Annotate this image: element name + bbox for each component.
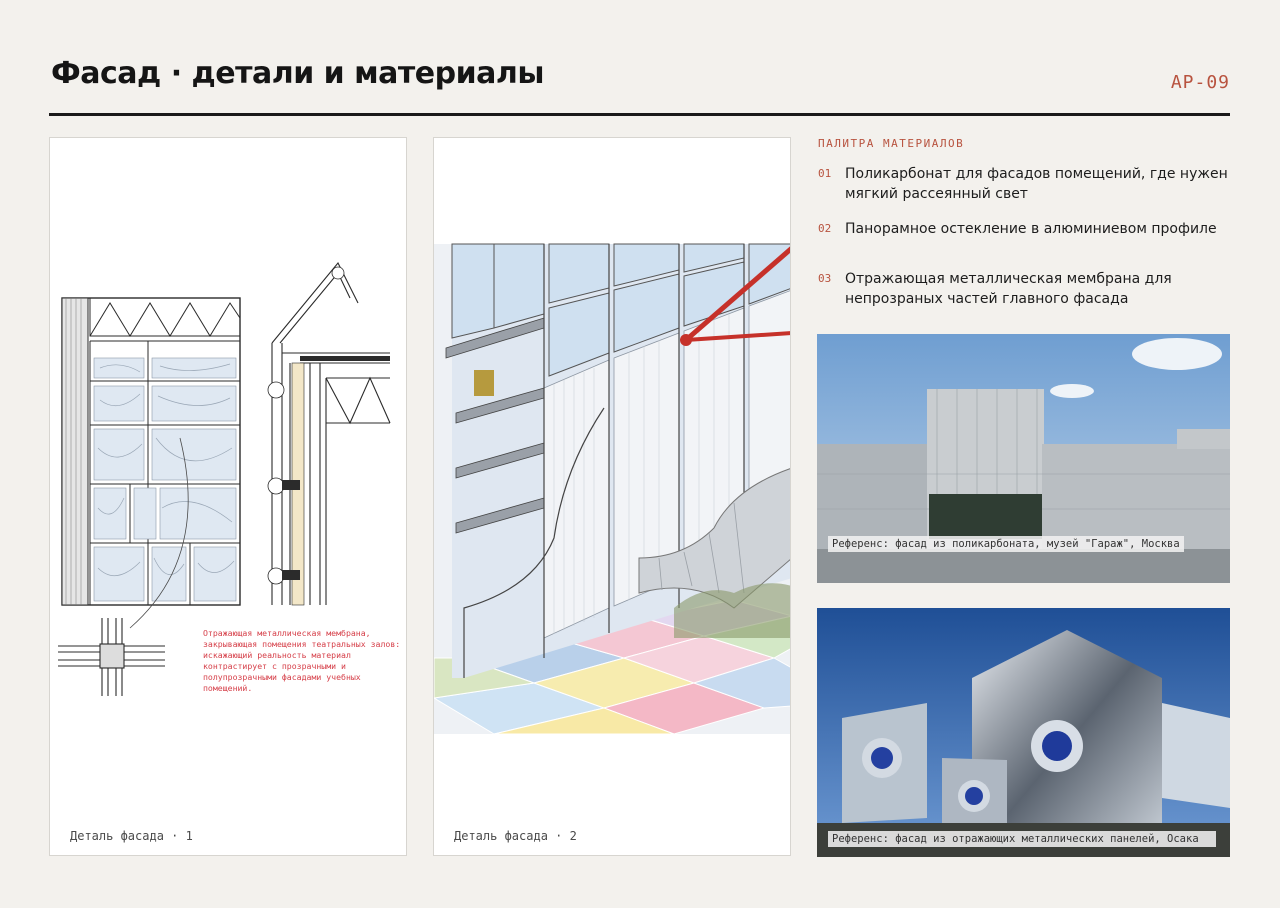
- reference-photo-polycarbonate: Референс: фасад из поликарбоната, музей …: [817, 334, 1230, 583]
- title-divider: [49, 113, 1230, 116]
- card-1-caption: Деталь фасада · 1: [70, 829, 193, 843]
- reference-photo-reflective: Референс: фасад из отражающих металличес…: [817, 608, 1230, 857]
- page-title: Фасад · детали и материалы: [51, 56, 545, 91]
- facade-detail-1-drawing: [58, 261, 391, 696]
- membrane-note: Отражающая металлическая мембрана, закры…: [203, 628, 401, 693]
- card-2-caption: Деталь фасада · 2: [454, 829, 577, 843]
- material-text: Отражающая металлическая мембрана для не…: [845, 271, 1172, 307]
- material-number: 03: [818, 272, 832, 285]
- material-text: Поликарбонат для фасадов помещений, где …: [845, 166, 1228, 202]
- material-number: 02: [818, 222, 832, 235]
- material-text: Панорамное остекление в алюминиевом проф…: [845, 221, 1217, 237]
- reference-caption-2: Референс: фасад из отражающих металличес…: [828, 831, 1216, 847]
- reflective-pavilion-image: [817, 608, 1230, 857]
- material-number: 01: [818, 167, 832, 180]
- sheet-code: АР-09: [1170, 72, 1230, 93]
- facade-detail-card-2: Деталь фасада · 2: [433, 137, 791, 856]
- facade-detail-card-1: Отражающая металлическая мембрана, закры…: [49, 137, 407, 856]
- facade-detail-2-drawing: [434, 243, 790, 735]
- reference-caption-1: Референс: фасад из поликарбоната, музей …: [828, 536, 1184, 552]
- palette-title: ПАЛИТРА МАТЕРИАЛОВ: [818, 137, 965, 150]
